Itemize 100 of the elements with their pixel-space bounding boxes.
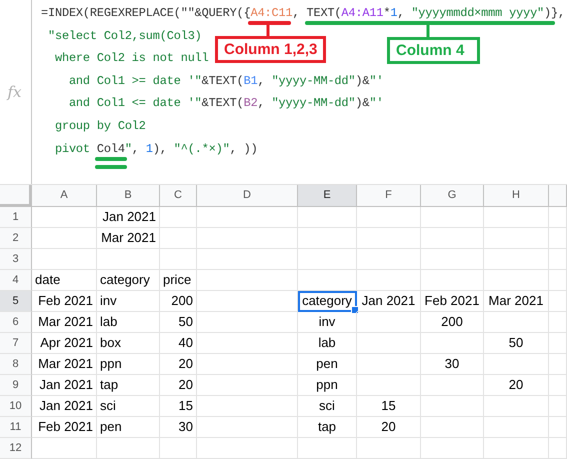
table-cell[interactable]: category xyxy=(97,270,160,291)
row-header[interactable]: 8 xyxy=(0,354,32,375)
table-cell[interactable] xyxy=(421,375,484,396)
row-header[interactable]: 4 xyxy=(0,270,32,291)
table-cell[interactable] xyxy=(549,333,567,354)
table-cell[interactable]: ppn xyxy=(298,375,357,396)
table-cell[interactable]: 15 xyxy=(357,396,421,417)
column-header[interactable]: E xyxy=(298,185,357,207)
table-cell[interactable] xyxy=(484,207,549,228)
table-cell[interactable] xyxy=(549,417,567,438)
table-cell[interactable]: Jan 2021 xyxy=(357,291,421,312)
table-cell[interactable] xyxy=(549,228,567,249)
table-cell[interactable] xyxy=(484,312,549,333)
table-cell[interactable]: lab xyxy=(97,312,160,333)
table-cell[interactable]: Jan 2021 xyxy=(32,375,97,396)
row-header[interactable]: 11 xyxy=(0,417,32,438)
table-cell[interactable] xyxy=(298,207,357,228)
table-cell[interactable] xyxy=(160,228,197,249)
table-cell[interactable] xyxy=(32,228,97,249)
table-cell[interactable] xyxy=(298,228,357,249)
row-header[interactable]: 1 xyxy=(0,207,32,228)
table-cell[interactable]: tap xyxy=(298,417,357,438)
row-header[interactable]: 9 xyxy=(0,375,32,396)
row-header[interactable]: 5 xyxy=(0,291,32,312)
table-cell[interactable] xyxy=(549,270,567,291)
table-cell[interactable]: pen xyxy=(97,417,160,438)
table-cell[interactable] xyxy=(160,249,197,270)
row-header[interactable]: 10 xyxy=(0,396,32,417)
table-cell[interactable]: 50 xyxy=(484,333,549,354)
table-cell[interactable] xyxy=(421,270,484,291)
table-cell[interactable] xyxy=(197,396,298,417)
table-cell[interactable] xyxy=(197,291,298,312)
table-cell[interactable]: pen xyxy=(298,354,357,375)
table-cell[interactable]: Mar 2021 xyxy=(32,312,97,333)
table-cell[interactable]: inv xyxy=(97,291,160,312)
table-cell[interactable]: Apr 2021 xyxy=(32,333,97,354)
table-cell[interactable]: Mar 2021 xyxy=(484,291,549,312)
table-cell[interactable] xyxy=(197,375,298,396)
table-cell[interactable]: Mar 2021 xyxy=(97,228,160,249)
table-cell[interactable]: lab xyxy=(298,333,357,354)
table-cell[interactable]: Feb 2021 xyxy=(32,417,97,438)
row-header[interactable]: 6 xyxy=(0,312,32,333)
table-cell[interactable] xyxy=(421,333,484,354)
table-cell[interactable]: price xyxy=(160,270,197,291)
column-header[interactable]: F xyxy=(357,185,421,207)
table-cell[interactable]: 20 xyxy=(484,375,549,396)
table-cell[interactable] xyxy=(197,333,298,354)
table-cell[interactable] xyxy=(549,249,567,270)
table-cell[interactable] xyxy=(32,438,97,459)
table-cell[interactable] xyxy=(197,228,298,249)
table-cell[interactable] xyxy=(357,438,421,459)
table-cell[interactable] xyxy=(484,354,549,375)
table-cell[interactable] xyxy=(197,417,298,438)
table-cell[interactable] xyxy=(549,207,567,228)
table-cell[interactable] xyxy=(160,207,197,228)
table-cell[interactable] xyxy=(197,438,298,459)
table-cell[interactable] xyxy=(484,396,549,417)
table-cell[interactable] xyxy=(421,417,484,438)
table-cell[interactable]: 20 xyxy=(160,375,197,396)
table-cell[interactable]: 20 xyxy=(357,417,421,438)
row-header[interactable]: 3 xyxy=(0,249,32,270)
table-cell[interactable]: 15 xyxy=(160,396,197,417)
table-cell[interactable] xyxy=(32,207,97,228)
table-cell[interactable]: Feb 2021 xyxy=(421,291,484,312)
table-cell[interactable]: Mar 2021 xyxy=(32,354,97,375)
column-header[interactable]: H xyxy=(484,185,549,207)
table-cell[interactable]: Feb 2021 xyxy=(32,291,97,312)
table-cell[interactable]: box xyxy=(97,333,160,354)
table-cell[interactable] xyxy=(357,333,421,354)
table-cell[interactable] xyxy=(357,249,421,270)
table-cell[interactable] xyxy=(357,228,421,249)
column-header[interactable]: C xyxy=(160,185,197,207)
table-cell[interactable]: Jan 2021 xyxy=(97,207,160,228)
column-header[interactable]: B xyxy=(97,185,160,207)
table-cell[interactable] xyxy=(421,438,484,459)
table-cell[interactable] xyxy=(97,249,160,270)
column-header[interactable]: A xyxy=(32,185,97,207)
table-cell[interactable] xyxy=(197,312,298,333)
table-cell[interactable] xyxy=(421,249,484,270)
table-cell[interactable]: ppn xyxy=(97,354,160,375)
table-cell[interactable] xyxy=(197,354,298,375)
table-cell[interactable] xyxy=(484,270,549,291)
table-cell[interactable] xyxy=(160,438,197,459)
table-cell[interactable] xyxy=(298,249,357,270)
table-cell[interactable]: date xyxy=(32,270,97,291)
column-header[interactable] xyxy=(549,185,567,207)
row-header[interactable]: 2 xyxy=(0,228,32,249)
table-cell[interactable]: sci xyxy=(97,396,160,417)
table-cell[interactable] xyxy=(484,228,549,249)
table-cell[interactable] xyxy=(549,312,567,333)
table-cell[interactable] xyxy=(484,417,549,438)
table-cell[interactable]: inv xyxy=(298,312,357,333)
table-cell[interactable] xyxy=(549,291,567,312)
row-header[interactable]: 12 xyxy=(0,438,32,459)
table-cell[interactable]: category xyxy=(298,291,357,312)
row-header[interactable]: 7 xyxy=(0,333,32,354)
table-cell[interactable]: 20 xyxy=(160,354,197,375)
table-cell[interactable] xyxy=(421,396,484,417)
table-cell[interactable] xyxy=(357,207,421,228)
table-cell[interactable]: 30 xyxy=(160,417,197,438)
